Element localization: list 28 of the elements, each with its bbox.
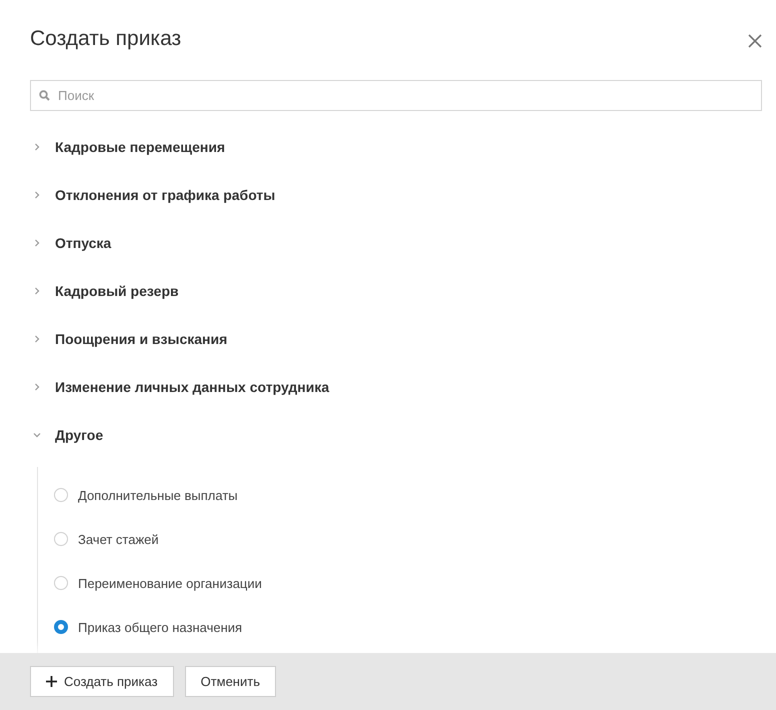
radio-button[interactable]	[54, 620, 68, 634]
option-label[interactable]: Переименование организации	[78, 576, 262, 591]
option-label[interactable]: Приказ общего назначения	[78, 620, 242, 635]
create-button[interactable]: Создать приказ	[30, 666, 174, 697]
radio-button[interactable]	[54, 488, 68, 502]
radio-button[interactable]	[54, 532, 68, 546]
group-item[interactable]: Изменение личных данных сотрудника	[55, 379, 330, 396]
chevron-icon[interactable]	[32, 238, 42, 248]
search-field[interactable]: Поиск	[30, 80, 762, 112]
group-item[interactable]: Кадровые перемещения	[55, 139, 226, 156]
chevron-icon[interactable]	[32, 142, 42, 152]
chevron-icon[interactable]	[32, 334, 42, 344]
group-item[interactable]: Другое	[55, 427, 104, 444]
chevron-icon[interactable]	[32, 190, 42, 200]
group-item[interactable]: Поощрения и взыскания	[55, 331, 228, 348]
group-item[interactable]: Отклонения от графика работы	[55, 187, 276, 204]
chevron-icon[interactable]	[32, 286, 42, 296]
group-item[interactable]: Отпуска	[55, 235, 112, 252]
radio-button[interactable]	[54, 576, 68, 590]
option-label[interactable]: Зачет стажей	[78, 532, 159, 547]
option-label[interactable]: Дополнительные выплаты	[78, 488, 238, 503]
dialog-title: Создать приказ	[30, 27, 182, 51]
cancel-button[interactable]: Отменить	[184, 666, 276, 697]
chevron-icon[interactable]	[32, 382, 42, 392]
close-icon[interactable]	[748, 34, 762, 48]
group-item[interactable]: Кадровый резерв	[55, 283, 179, 300]
plus-icon	[46, 676, 57, 687]
search-icon	[39, 90, 50, 102]
